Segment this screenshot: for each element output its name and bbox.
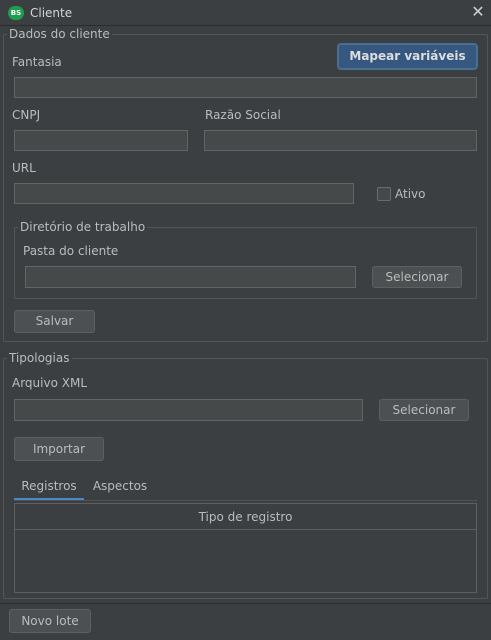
- fantasia-label: Fantasia: [12, 55, 62, 69]
- razao-social-label: Razão Social: [205, 108, 281, 122]
- novo-lote-button[interactable]: Novo lote: [9, 609, 91, 633]
- registros-table[interactable]: Tipo de registro: [14, 503, 477, 593]
- importar-button[interactable]: Importar: [14, 437, 104, 461]
- column-header-tipo-registro[interactable]: Tipo de registro: [15, 504, 476, 530]
- tab-registros[interactable]: Registros: [14, 478, 84, 498]
- footer-divider: [0, 603, 491, 604]
- app-logo-icon: BS: [8, 6, 24, 20]
- url-label: URL: [12, 161, 36, 175]
- cnpj-label: CNPJ: [12, 108, 41, 122]
- selecionar-xml-button[interactable]: Selecionar: [379, 399, 469, 421]
- arquivo-xml-label: Arquivo XML: [12, 376, 88, 390]
- selecionar-pasta-button[interactable]: Selecionar: [372, 266, 462, 288]
- tab-aspectos[interactable]: Aspectos: [86, 478, 154, 498]
- fantasia-input[interactable]: [14, 77, 477, 98]
- mapear-variaveis-button[interactable]: Mapear variáveis: [338, 44, 477, 69]
- window-titlebar: BS Cliente ✕: [0, 0, 491, 26]
- dados-cliente-title: Dados do cliente: [7, 27, 112, 41]
- arquivo-xml-input[interactable]: [14, 399, 363, 421]
- tabs-baseline: [14, 500, 477, 501]
- window-title: Cliente: [30, 6, 73, 20]
- tipologias-title: Tipologias: [7, 351, 72, 365]
- pasta-cliente-input[interactable]: [25, 266, 356, 288]
- pasta-cliente-label: Pasta do cliente: [23, 244, 119, 258]
- diretorio-trabalho-title: Diretório de trabalho: [18, 220, 148, 234]
- ativo-label[interactable]: Ativo: [395, 187, 425, 201]
- ativo-checkbox[interactable]: [377, 187, 391, 201]
- razao-social-input[interactable]: [204, 130, 477, 151]
- diretorio-trabalho-group: [14, 227, 477, 299]
- cnpj-input[interactable]: [14, 130, 188, 151]
- salvar-button[interactable]: Salvar: [14, 310, 95, 333]
- url-input[interactable]: [14, 183, 354, 204]
- close-icon[interactable]: ✕: [469, 3, 487, 21]
